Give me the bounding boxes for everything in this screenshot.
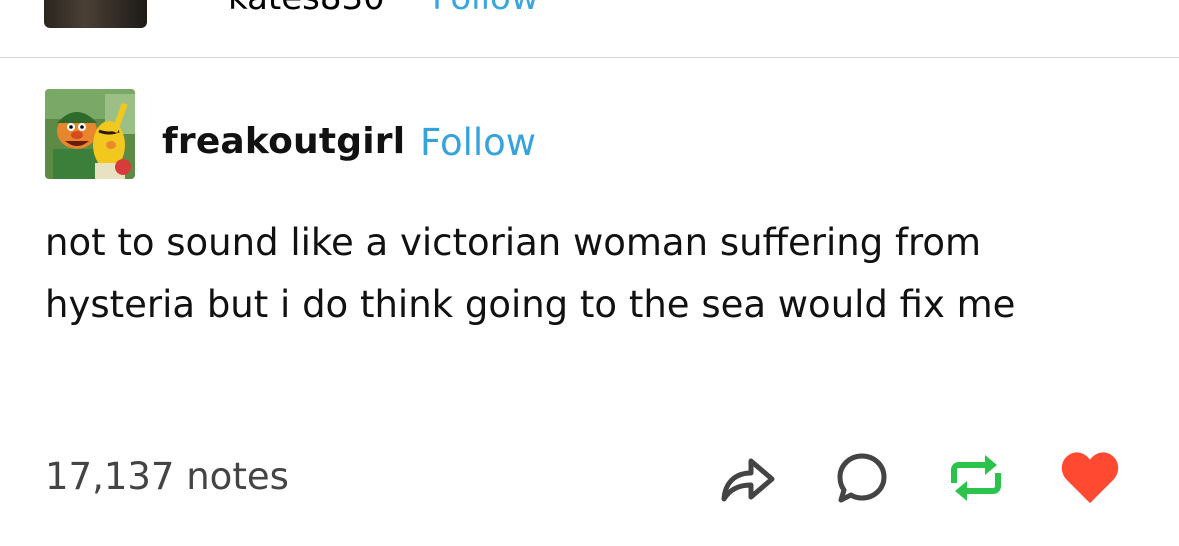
post-username[interactable]: freakoutgirl [162, 121, 405, 162]
notes-count[interactable]: 17,137 notes [45, 455, 289, 498]
post-text-line: hysteria but i do think going to the sea… [45, 283, 1016, 326]
share-icon [721, 458, 775, 502]
reblog-icon [951, 455, 1001, 501]
post-body: not to sound like a victorian woman suff… [45, 212, 1105, 336]
share-button[interactable] [718, 448, 778, 508]
previous-post-footer: kates830 Follow [0, 0, 1179, 58]
previous-post-thumbnail[interactable] [44, 0, 147, 28]
post-text-line: not to sound like a victorian woman suff… [45, 221, 982, 264]
reply-button[interactable] [832, 448, 892, 508]
previous-follow-link[interactable]: Follow [432, 0, 539, 18]
like-button[interactable] [1060, 448, 1120, 508]
follow-button[interactable]: Follow [420, 121, 536, 164]
reblog-arrow-icon [180, 0, 216, 14]
post-divider [0, 57, 1179, 58]
previous-reblogger-name[interactable]: kates830 [228, 0, 385, 18]
reply-icon [837, 453, 887, 503]
heart-icon [1061, 452, 1119, 504]
avatar[interactable] [45, 89, 135, 179]
reblog-button[interactable] [946, 448, 1006, 508]
